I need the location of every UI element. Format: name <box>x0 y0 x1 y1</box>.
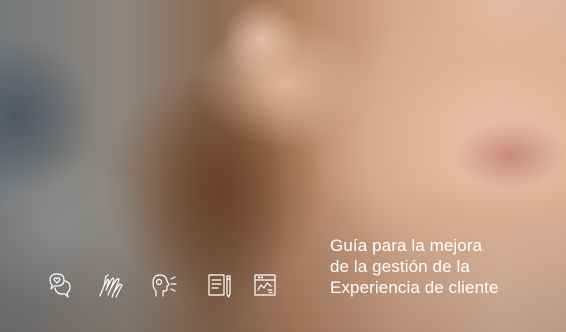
title-line-1: Guía para la mejora <box>330 236 483 255</box>
title-line-3: Experiencia de cliente <box>330 278 499 297</box>
lips-tint <box>455 120 565 190</box>
title-line-2: de la gestión de la <box>330 257 470 276</box>
hands-icon <box>96 270 126 300</box>
dashboard-panel-icon <box>250 270 280 300</box>
chat-heart-icon <box>44 270 74 300</box>
ear-highlight <box>222 0 302 80</box>
cover-image: Guía para la mejora de la gestión de la … <box>0 0 566 332</box>
document-pencil-icon <box>204 270 234 300</box>
cover-title: Guía para la mejora de la gestión de la … <box>330 235 560 298</box>
head-profile-sound-icon <box>148 270 178 300</box>
